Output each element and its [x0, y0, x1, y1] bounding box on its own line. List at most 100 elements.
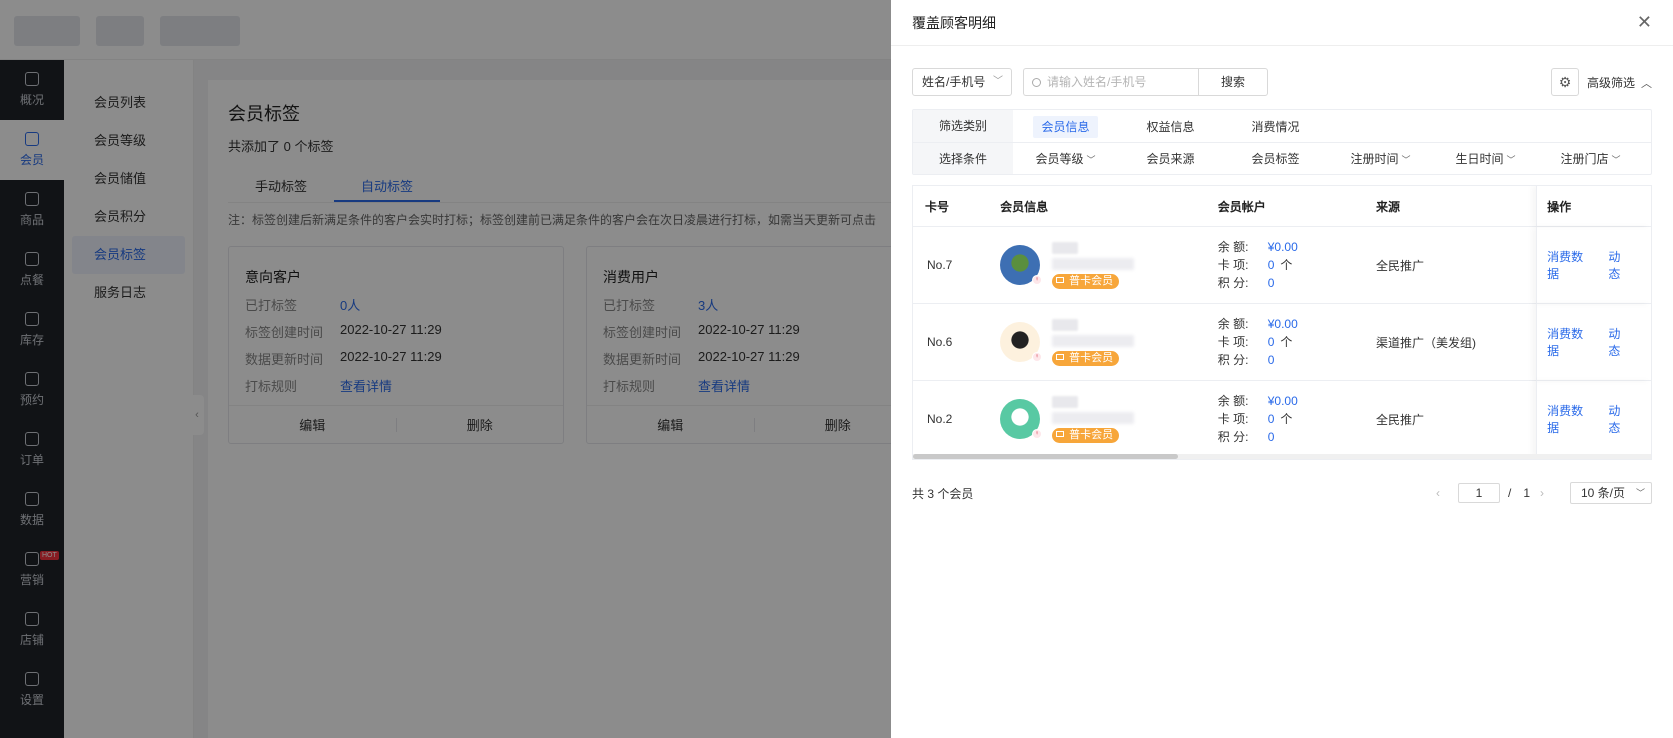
member-info: ♀ 普卡会员	[1000, 240, 1218, 290]
avatar[interactable]: ♀	[1000, 322, 1043, 362]
table-header: 卡号 会员信息 会员帐户 来源 操作	[913, 186, 1651, 227]
items-unit: 个	[1280, 412, 1293, 426]
member-total: 共 3 个会员	[912, 486, 974, 501]
search-button[interactable]: 搜索	[1198, 68, 1268, 96]
consumption-data-link[interactable]: 消费数据	[1547, 402, 1584, 436]
card-number: No.7	[927, 258, 953, 272]
filter-category-text: 会员信息	[1033, 115, 1098, 138]
member-level-text: 普卡会员	[1069, 275, 1114, 287]
filter-category-1[interactable]: 权益信息	[1118, 118, 1223, 135]
page-size-label: 10 条/页	[1581, 486, 1626, 500]
member-name-redacted	[1052, 242, 1079, 254]
member-source: 渠道推广（美发组)	[1375, 335, 1476, 350]
activity-link[interactable]: 动态	[1608, 402, 1627, 436]
filter-category-row: 筛选类别 会员信息 权益信息 消费情况	[913, 110, 1651, 142]
avatar[interactable]: ♀	[1000, 399, 1043, 439]
points-value[interactable]: 0	[1268, 430, 1275, 444]
activity-link[interactable]: 动态	[1608, 248, 1627, 282]
member-source: 全民推广	[1375, 258, 1424, 273]
filter-panel: 筛选类别 会员信息 权益信息 消费情况 选择条件 会员等级 ﹀ 会员来源 会员标签 注册时间…	[912, 109, 1652, 175]
filter-condition-5[interactable]: 注册门店 ﹀	[1538, 150, 1643, 167]
items-line: 卡 项: 0 个	[1218, 256, 1376, 274]
filter-category-2[interactable]: 消费情况	[1223, 118, 1328, 135]
points-label: 积 分:	[1217, 276, 1249, 290]
balance-value[interactable]: ¥0.00	[1268, 394, 1298, 408]
chevron-down-icon: ﹀	[1506, 155, 1516, 165]
balance-line: 余 额: ¥0.00	[1218, 315, 1376, 333]
page-size-select[interactable]: 10 条/页 ﹀	[1570, 482, 1652, 504]
diamond-icon	[1056, 354, 1065, 360]
pagination: 共 3 个会员 ‹ 1 / 1 › 10 条/页 ﹀	[912, 482, 1652, 504]
member-details: 普卡会员	[1052, 240, 1135, 290]
items-line: 卡 项: 0 个	[1218, 333, 1376, 351]
member-phone-redacted	[1052, 335, 1135, 347]
items-value[interactable]: 0	[1268, 258, 1275, 272]
balance-label: 余 额:	[1217, 317, 1249, 331]
chevron-down-icon: ﹀	[1401, 155, 1411, 165]
points-label: 积 分:	[1217, 430, 1249, 444]
close-icon[interactable]: ✕	[1637, 12, 1652, 33]
points-label: 积 分:	[1217, 353, 1249, 367]
scrollbar-thumb[interactable]	[913, 454, 1178, 459]
filter-condition-text: 会员来源	[1146, 152, 1195, 166]
points-line: 积 分: 0	[1218, 428, 1376, 446]
filter-condition-text: 生日时间	[1455, 152, 1504, 166]
items-unit: 个	[1280, 258, 1293, 272]
member-level-badge: 普卡会员	[1052, 351, 1120, 366]
actions-cell: 消费数据 动态	[1536, 303, 1651, 381]
filter-category-text: 权益信息	[1146, 119, 1195, 134]
advanced-filter-label: 高级筛选	[1586, 75, 1635, 90]
col-account: 会员帐户	[1217, 199, 1266, 214]
search-field-select[interactable]: 姓名/手机号 ﹀	[912, 68, 1012, 96]
member-phone-redacted	[1052, 412, 1135, 424]
card-number: No.2	[927, 412, 953, 426]
items-line: 卡 项: 0 个	[1218, 410, 1376, 428]
filter-condition-1[interactable]: 会员来源	[1118, 150, 1223, 167]
member-info-cell: ♀ 普卡会员	[1000, 394, 1218, 444]
settings-gear-icon[interactable]: ⚙	[1550, 68, 1579, 96]
prev-page-icon[interactable]: ‹	[1436, 486, 1440, 500]
activity-link[interactable]: 动态	[1608, 325, 1627, 359]
member-info-cell: ♀ 普卡会员	[1000, 317, 1218, 367]
balance-value[interactable]: ¥0.00	[1268, 317, 1298, 331]
member-name-redacted	[1052, 396, 1079, 408]
search-field-label: 姓名/手机号	[922, 75, 986, 89]
filter-condition-text: 注册门店	[1560, 152, 1609, 166]
avatar[interactable]: ♀	[1000, 245, 1043, 285]
table-body: No.7 ♀ 普卡会员余 额: ¥0.00 卡 项: 0 个积 分: 0 全民推广 消费数据 动态 N…	[913, 226, 1651, 458]
actions-cell: 消费数据 动态	[1536, 380, 1651, 458]
points-line: 积 分: 0	[1218, 351, 1376, 369]
balance-line: 余 额: ¥0.00	[1218, 392, 1376, 410]
filter-condition-3[interactable]: 注册时间 ﹀	[1328, 150, 1433, 167]
member-level-text: 普卡会员	[1069, 352, 1114, 364]
page-number-input[interactable]: 1	[1457, 483, 1500, 503]
filter-condition-0[interactable]: 会员等级 ﹀	[1013, 150, 1118, 167]
items-label: 卡 项:	[1217, 258, 1249, 272]
filter-condition-4[interactable]: 生日时间 ﹀	[1433, 150, 1538, 167]
search-input[interactable]	[1047, 75, 1187, 89]
consumption-data-link[interactable]: 消费数据	[1547, 248, 1584, 282]
advanced-filter-toggle[interactable]: 高级筛选 ︿	[1587, 74, 1652, 91]
points-value[interactable]: 0	[1268, 353, 1275, 367]
gender-icon: ♀	[1032, 352, 1043, 362]
horizontal-scrollbar[interactable]	[913, 454, 1651, 459]
chevron-down-icon: ﹀	[1635, 488, 1645, 498]
filter-category-0[interactable]: 会员信息	[1013, 115, 1118, 138]
member-level-badge: 普卡会员	[1052, 428, 1120, 443]
actions-cell: 消费数据 动态	[1536, 226, 1651, 304]
chevron-down-icon: ﹀	[1611, 155, 1621, 165]
table-row: No.6 ♀ 普卡会员 余 额: ¥0.00 卡 项: 0 个积 分: 0 渠道推广（美发组) 消费…	[913, 303, 1651, 381]
items-value[interactable]: 0	[1268, 412, 1275, 426]
member-info-cell: ♀ 普卡会员	[1000, 240, 1218, 290]
diamond-icon	[1056, 431, 1065, 437]
filter-condition-text: 会员等级	[1035, 152, 1084, 166]
filter-condition-2[interactable]: 会员标签	[1223, 150, 1328, 167]
consumption-data-link[interactable]: 消费数据	[1547, 325, 1584, 359]
items-value[interactable]: 0	[1268, 335, 1275, 349]
col-member-info: 会员信息	[1000, 199, 1049, 214]
next-page-icon[interactable]: ›	[1540, 486, 1544, 500]
account-cell: 余 额: ¥0.00 卡 项: 0 个积 分: 0	[1218, 315, 1376, 369]
member-info: ♀ 普卡会员	[1000, 394, 1218, 444]
points-value[interactable]: 0	[1268, 276, 1275, 290]
balance-value[interactable]: ¥0.00	[1268, 240, 1298, 254]
